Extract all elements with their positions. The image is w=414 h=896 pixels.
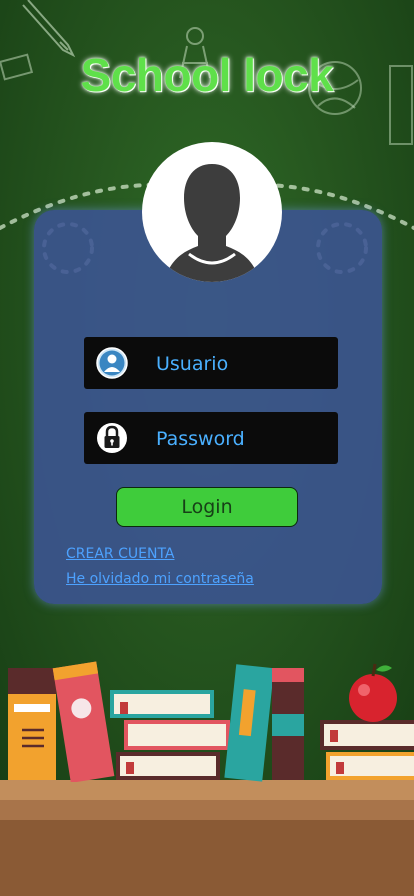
user-silhouette-icon [164,164,260,282]
create-account-link[interactable]: CREAR CUENTA [66,546,175,562]
padlock-icon [97,423,127,453]
books-illustration [8,661,414,782]
user-icon [96,347,128,379]
shelf-base [0,820,414,896]
password-input[interactable] [154,420,328,458]
shelf-top [0,780,414,800]
password-row [84,412,338,464]
username-input[interactable] [154,345,328,383]
forgot-password-link[interactable]: He olvidado mi contraseña [66,571,254,587]
shelf-edge [0,800,414,820]
app-title: School lock [80,49,334,101]
username-row [84,337,338,389]
profile-avatar [142,142,282,282]
login-button[interactable]: Login [116,487,298,527]
